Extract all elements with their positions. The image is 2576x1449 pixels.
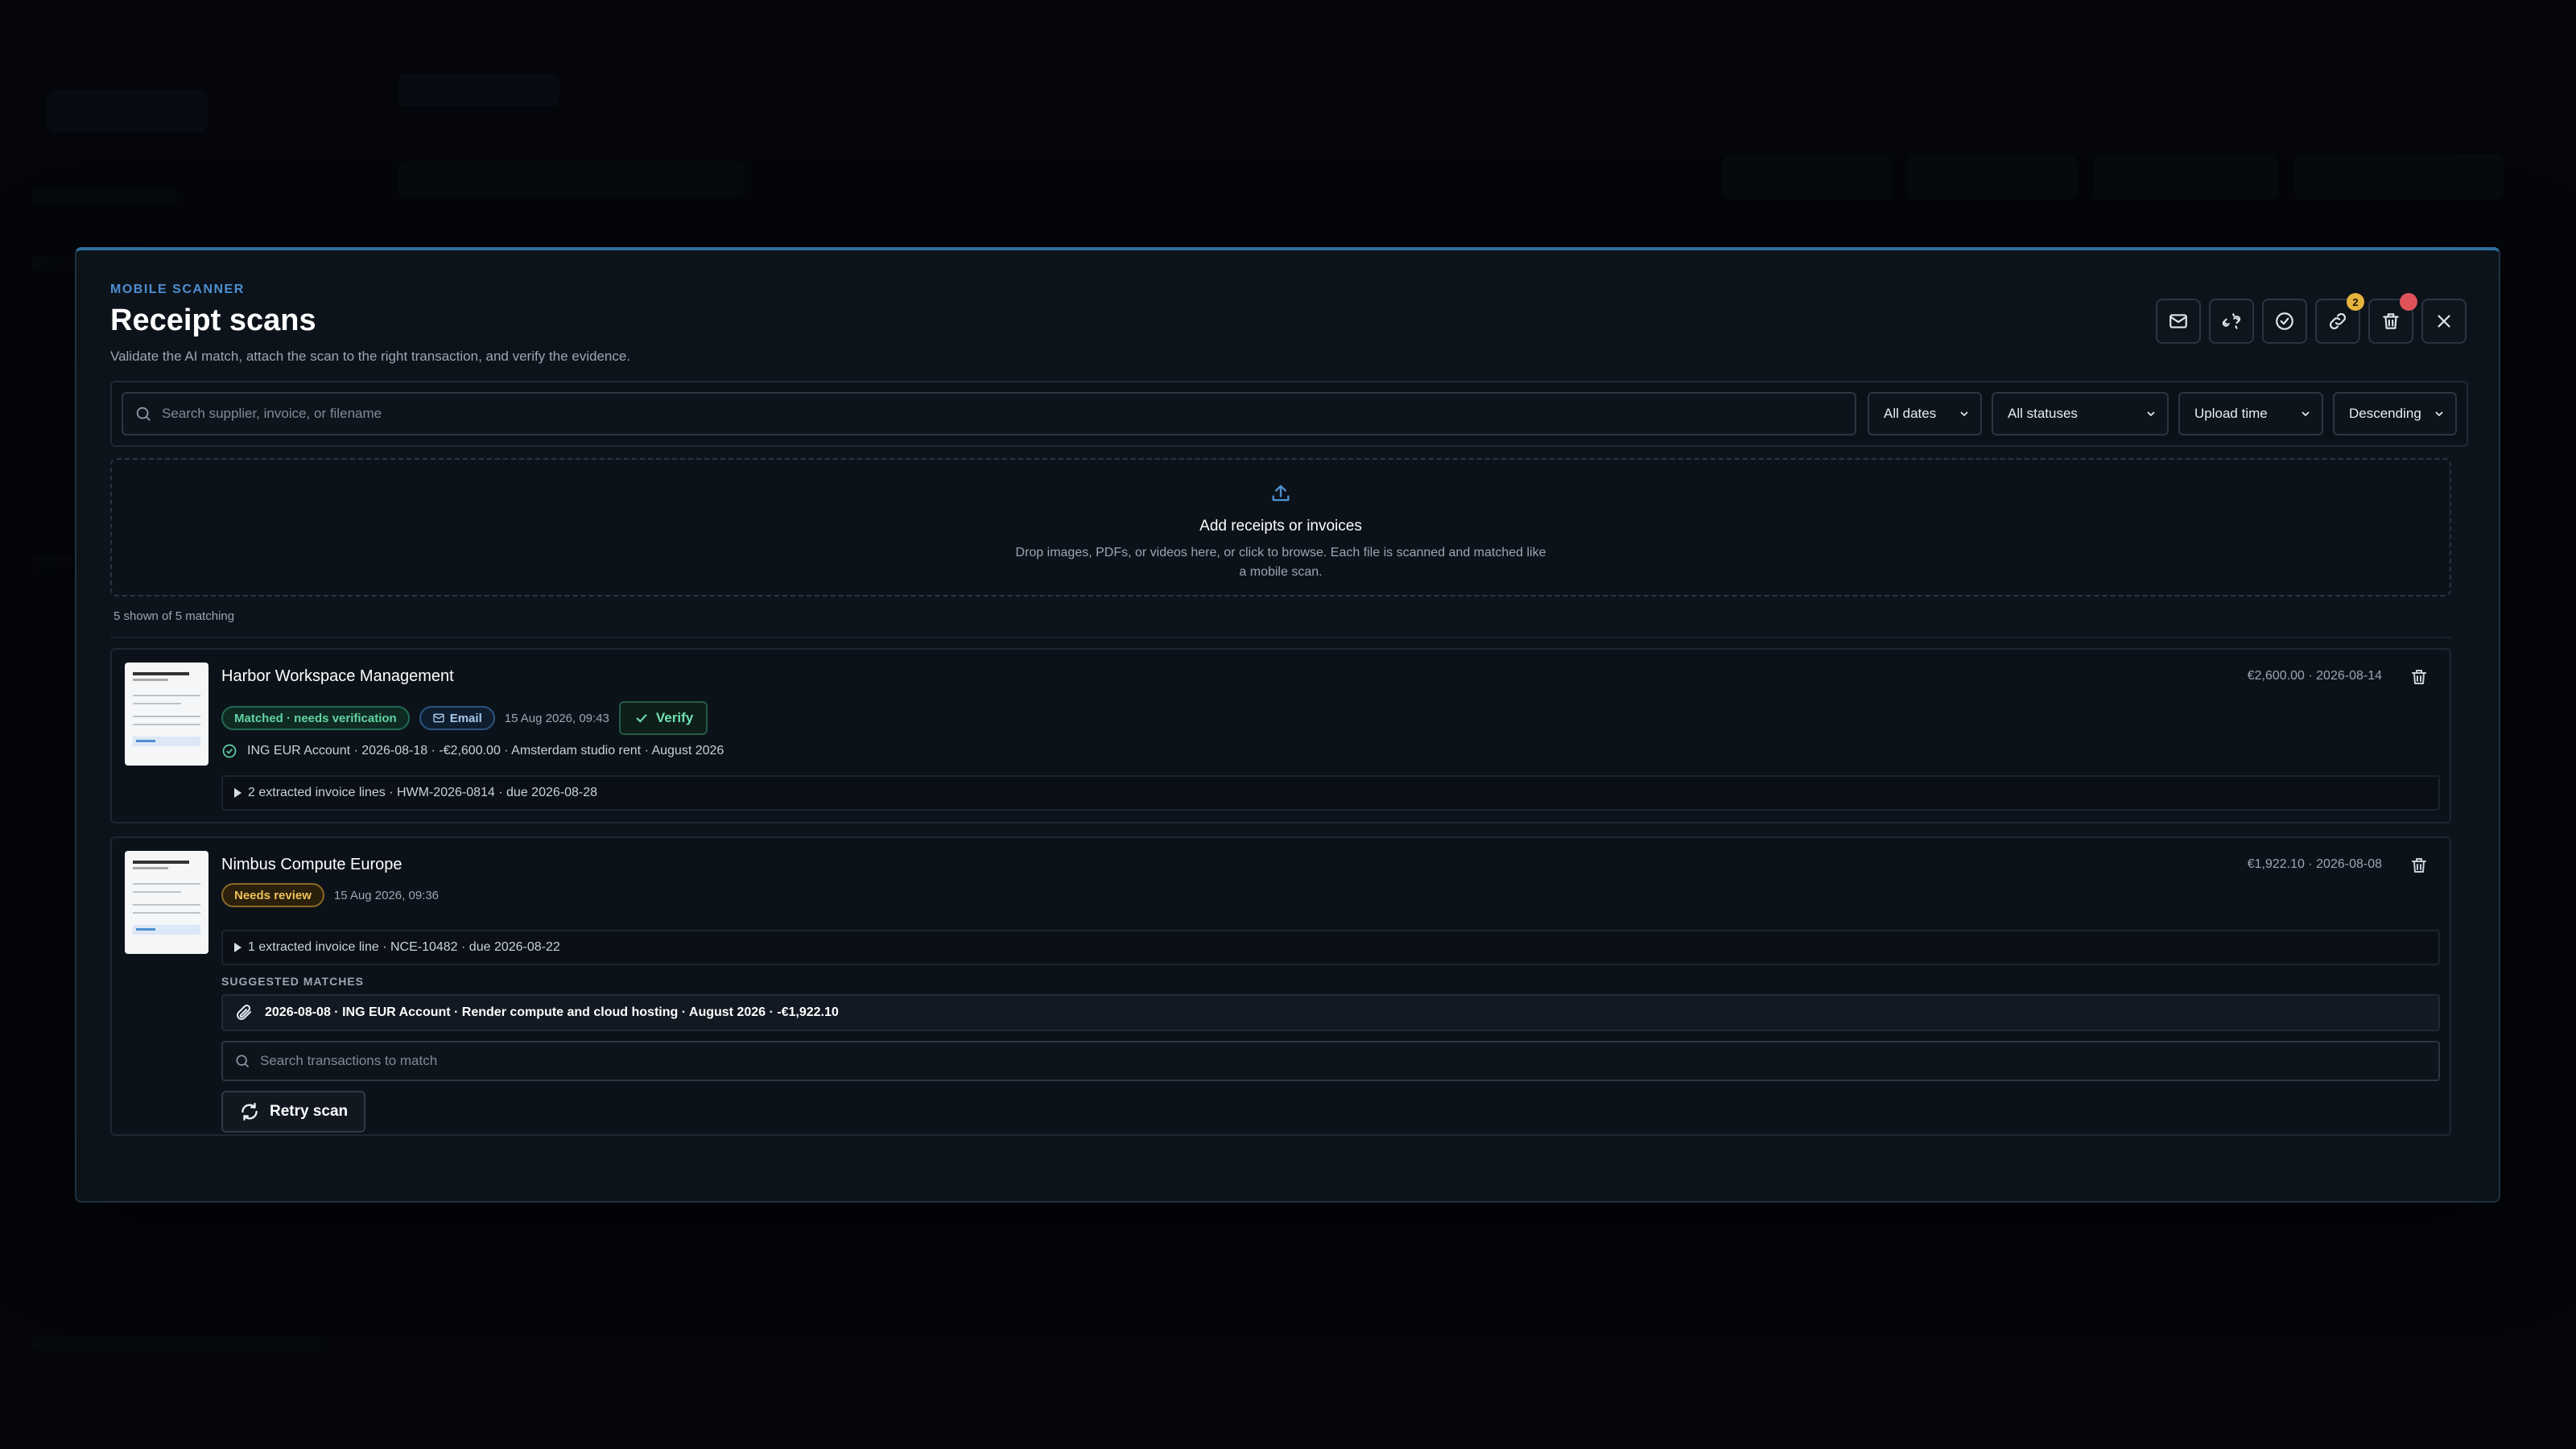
close-button[interactable] (2421, 299, 2467, 344)
status-badge: Needs review (221, 883, 324, 907)
dropzone-description: Drop images, PDFs, or videos here, or cl… (1015, 546, 1546, 579)
receipt-thumbnail[interactable] (125, 851, 208, 954)
transaction-search-input[interactable] (260, 1053, 2438, 1069)
check-circle-icon (2276, 312, 2293, 330)
status-filter-select[interactable]: All statuses (1992, 392, 2169, 436)
upload-dropzone[interactable]: Add receipts or invoices Drop images, PD… (110, 458, 2451, 597)
unlink-icon (2222, 313, 2241, 329)
suggested-match-text: 2026-08-08 · ING EUR Account · Render co… (265, 1005, 839, 1019)
search-icon (136, 407, 151, 421)
mail-icon (433, 713, 444, 723)
transaction-search-field[interactable] (221, 1041, 2440, 1081)
modal-title: Receipt scans (110, 303, 316, 337)
modal-eyebrow: MOBILE SCANNER (110, 283, 245, 296)
delete-scan-button[interactable] (2406, 664, 2432, 690)
date-filter-value: All dates (1884, 406, 1937, 421)
link-count-badge: 2 (2347, 293, 2364, 311)
invoice-lines-summary: 1 extracted invoice line · NCE-10482 · d… (248, 940, 560, 954)
refresh-icon (242, 1103, 258, 1121)
search-input[interactable] (162, 406, 1855, 422)
upload-icon-wrap (1269, 482, 1292, 509)
email-button[interactable] (2156, 299, 2201, 344)
invoice-lines-summary: 2 extracted invoice lines · HWM-2026-081… (248, 786, 598, 799)
search-icon (236, 1055, 250, 1068)
amount-date: €2,600.00 · 2026-08-14 (2247, 669, 2382, 683)
link-button[interactable]: 2 (2315, 293, 2364, 344)
source-badge: Email (419, 706, 495, 730)
delete-all-button[interactable] (2368, 293, 2417, 344)
status-badge: Matched · needs verification (221, 706, 410, 730)
amount-date: €1,922.10 · 2026-08-08 (2247, 857, 2382, 871)
dropzone-title: Add receipts or invoices (1199, 518, 1362, 535)
suggested-match-item[interactable]: 2026-08-08 · ING EUR Account · Render co… (221, 994, 2440, 1031)
receipt-thumbnail[interactable] (125, 663, 208, 766)
check-circle-icon (222, 744, 237, 758)
trash-icon (2412, 670, 2426, 684)
receipt-scans-modal: MOBILE SCANNER Receipt scans Validate th… (75, 247, 2500, 1203)
caret-right-icon (234, 788, 242, 798)
caret-right-icon (234, 943, 242, 952)
scan-chips: Needs review 15 Aug 2026, 09:36 (221, 883, 439, 907)
invoice-lines-toggle[interactable]: 2 extracted invoice lines · HWM-2026-081… (221, 775, 2440, 811)
link-icon (2330, 313, 2346, 329)
results-count: 5 shown of 5 matching (114, 609, 235, 623)
upload-timestamp: 15 Aug 2026, 09:36 (333, 888, 440, 902)
sort-by-value: Upload time (2194, 406, 2268, 421)
verify-button[interactable]: Verify (618, 701, 708, 735)
verify-label: Verify (655, 710, 694, 725)
filter-bar: All dates All statuses Upload time Desce… (110, 381, 2468, 447)
modal-toolbar: 2 (2156, 293, 2467, 344)
upload-timestamp: 15 Aug 2026, 09:43 (504, 711, 609, 725)
retry-scan-label: Retry scan (270, 1103, 349, 1120)
verify-all-button[interactable] (2262, 299, 2307, 344)
check-icon (636, 714, 647, 723)
trash-icon (2383, 313, 2399, 329)
modal-subtitle: Validate the AI match, attach the scan t… (110, 349, 631, 364)
unlink-button[interactable] (2209, 299, 2254, 344)
scan-chips: Matched · needs verification Email 15 Au… (221, 701, 708, 735)
scan-card: Harbor Workspace Management €2,600.00 · … (110, 648, 2451, 824)
mail-icon (2169, 314, 2187, 328)
chevron-down-icon (2301, 411, 2310, 417)
close-icon (2438, 315, 2450, 328)
sort-order-value: Descending (2349, 406, 2421, 421)
suggested-matches-label: SUGGESTED MATCHES (221, 975, 364, 988)
paperclip-icon (237, 1004, 251, 1020)
scan-card: Nimbus Compute Europe €1,922.10 · 2026-0… (110, 836, 2451, 1136)
date-filter-select[interactable]: All dates (1868, 392, 1982, 436)
matched-transaction: ING EUR Account · 2026-08-18 · -€2,600.0… (221, 743, 724, 759)
search-field[interactable] (122, 392, 1856, 436)
supplier-name: Harbor Workspace Management (221, 667, 454, 685)
source-label: Email (449, 711, 482, 725)
invoice-lines-toggle[interactable]: 1 extracted invoice line · NCE-10482 · d… (221, 930, 2440, 965)
delete-scan-button[interactable] (2406, 852, 2432, 878)
trash-icon (2412, 858, 2426, 873)
chevron-down-icon (2435, 411, 2443, 417)
chevron-down-icon (1960, 411, 1968, 417)
retry-scan-button[interactable]: Retry scan (221, 1091, 366, 1133)
sort-by-select[interactable]: Upload time (2178, 392, 2323, 436)
upload-icon (1272, 485, 1290, 502)
divider (110, 637, 2451, 638)
matched-transaction-text: ING EUR Account · 2026-08-18 · -€2,600.0… (247, 744, 724, 758)
sort-order-select[interactable]: Descending (2333, 392, 2457, 436)
status-filter-value: All statuses (2008, 406, 2078, 421)
delete-alert-badge (2400, 293, 2417, 311)
supplier-name: Nimbus Compute Europe (221, 856, 402, 873)
chevron-down-icon (2147, 411, 2155, 417)
